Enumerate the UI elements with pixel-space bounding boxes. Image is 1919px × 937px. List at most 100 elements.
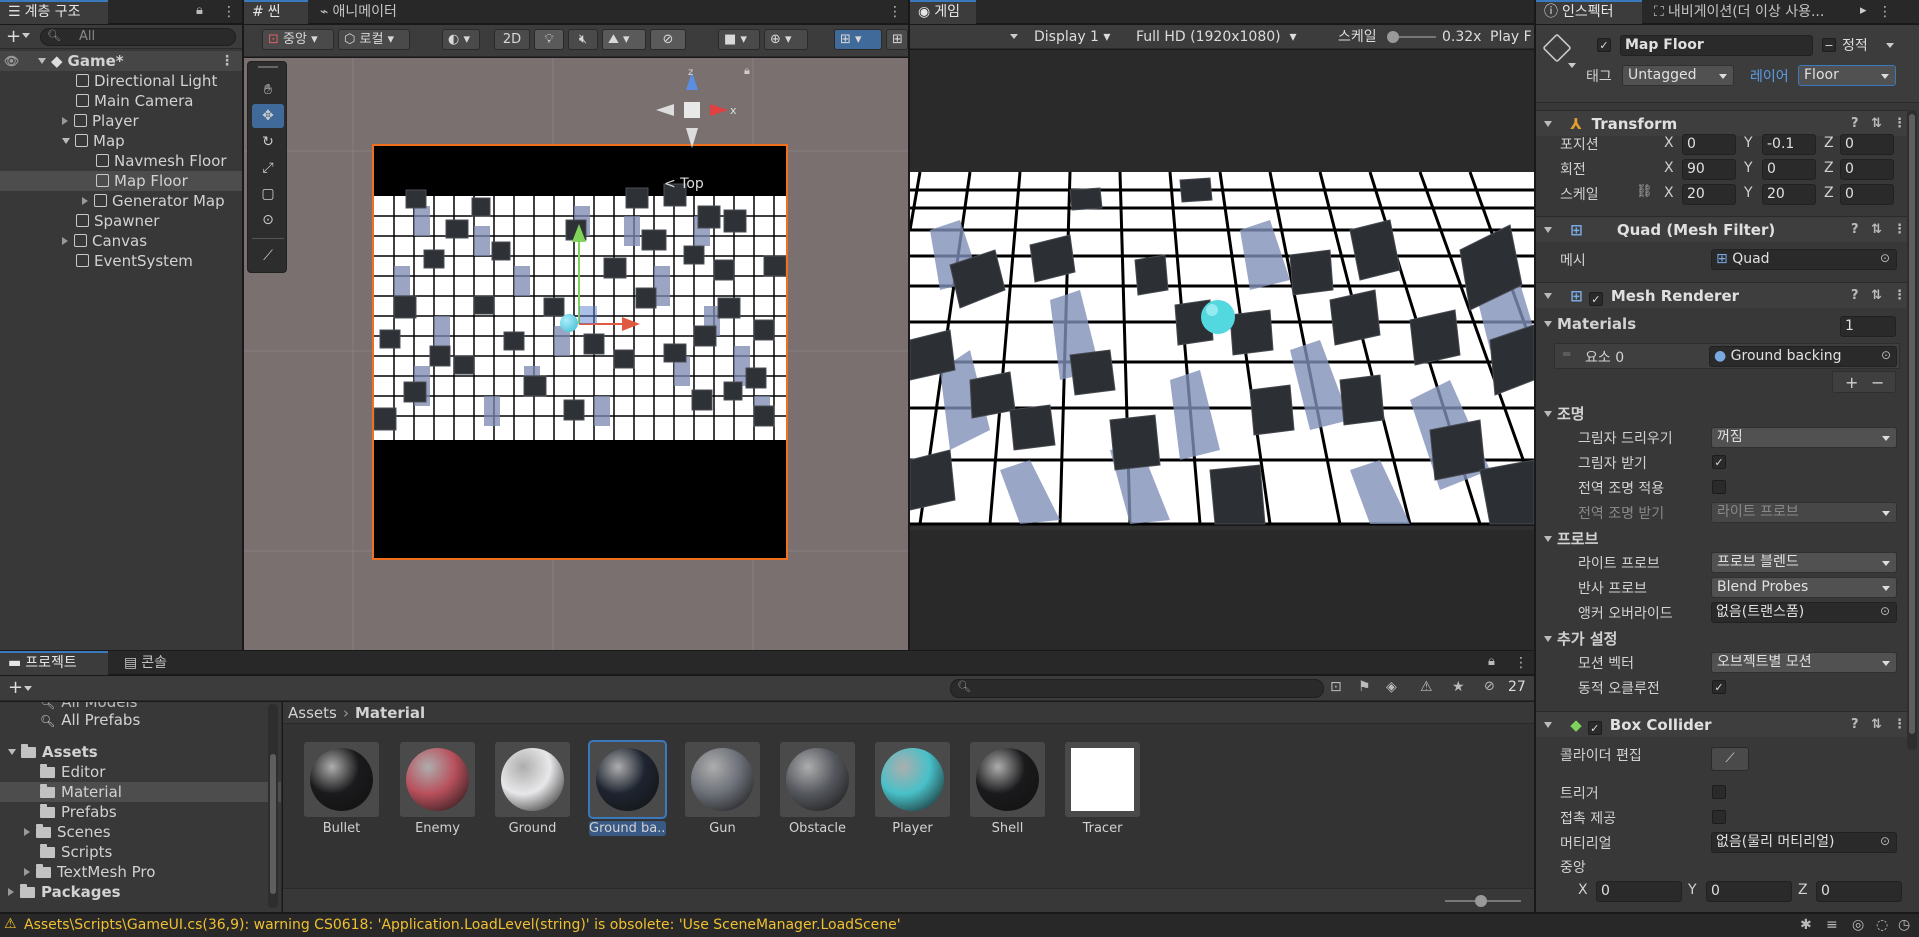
tab-inspector[interactable]: ⓘ 인스펙터	[1536, 0, 1642, 24]
list-item[interactable]: 👁︎ ◆ Game* ⋮	[0, 51, 242, 71]
position-x-field[interactable]: 0	[1682, 134, 1736, 155]
rect-tool-button[interactable]: ▢	[252, 182, 284, 206]
remove-element-button[interactable]: −	[1871, 373, 1884, 392]
layer-dropdown[interactable]: Floor	[1798, 65, 1896, 86]
asset-item[interactable]: Ground ba...	[588, 740, 667, 836]
light-probes-dropdown[interactable]: 프로브 블렌드	[1711, 552, 1897, 573]
game-viewport[interactable]	[910, 50, 1534, 650]
preset-icon[interactable]: ⇅	[1871, 217, 1882, 243]
collab-icon[interactable]: ◷	[1898, 917, 1910, 933]
camera-dropdown[interactable]: ■ ▾	[718, 29, 760, 50]
chevron-right-icon[interactable]	[62, 237, 68, 245]
box-collider-header[interactable]: ◆ ✓ Box Collider ? ⇅ ⋮	[1536, 711, 1907, 737]
list-item[interactable]: Canvas	[0, 231, 242, 251]
rotation-z-field[interactable]: 0	[1840, 159, 1894, 180]
rotation-y-field[interactable]: 0	[1762, 159, 1816, 180]
rotation-x-field[interactable]: 90	[1682, 159, 1736, 180]
chevron-right-icon[interactable]	[24, 868, 30, 876]
tab-navigation[interactable]: ⛶ 내비게이션(더 이상 사용...	[1646, 0, 1854, 24]
chevron-down-icon[interactable]	[1544, 722, 1552, 728]
chevron-down-icon[interactable]	[8, 749, 16, 755]
status-message[interactable]: Assets\Scripts\GameUI.cs(36,9): warning …	[24, 917, 901, 933]
lock-icon[interactable]: 🔒︎	[1488, 654, 1495, 669]
list-item[interactable]: Assets	[0, 742, 281, 762]
chevron-down-icon[interactable]	[1544, 293, 1552, 299]
mesh-field[interactable]: ⊞ Quad	[1711, 249, 1897, 270]
list-item[interactable]: Map Floor	[0, 171, 242, 191]
grid-snap-dropdown[interactable]: ⊞ ▾	[834, 29, 882, 50]
asset-item[interactable]: Player	[874, 742, 951, 836]
play-mode-dropdown[interactable]: Play F	[1490, 25, 1534, 49]
object-picker-icon[interactable]: ⊙	[1880, 834, 1890, 848]
tab-hierarchy[interactable]: ☰ 계층 구조	[0, 0, 108, 24]
anchor-override-field[interactable]: 없음(트랜스폼)	[1711, 602, 1897, 623]
chevron-down-icon[interactable]	[1544, 227, 1552, 233]
probes-foldout[interactable]: 프로브	[1544, 528, 1598, 549]
list-item[interactable]: Map	[0, 131, 242, 151]
orientation-gizmo[interactable]: z x	[654, 66, 744, 166]
resolution-dropdown[interactable]: Full HD (1920x1080) ▾	[1136, 25, 1297, 49]
is-trigger-checkbox[interactable]	[1712, 785, 1726, 799]
visibility-toggle[interactable]: ⊘	[650, 29, 686, 50]
mesh-renderer-header[interactable]: ⊞ ✓ Mesh Renderer ? ⇅ ⋮	[1536, 282, 1907, 308]
materials-count-field[interactable]: 1	[1840, 316, 1896, 337]
eye-icon[interactable]: 👁︎	[4, 51, 19, 71]
list-item[interactable]: 🔍︎ All Prefabs	[0, 710, 281, 730]
chevron-right-icon[interactable]	[82, 197, 88, 205]
list-item[interactable]: EventSystem	[0, 251, 242, 271]
scale-slider[interactable]	[1387, 31, 1436, 43]
object-name-field[interactable]: Map Floor	[1620, 35, 1813, 56]
filter-label-icon[interactable]: ◈	[1386, 679, 1397, 695]
list-item[interactable]: Spawner	[0, 211, 242, 231]
effects-dropdown[interactable]: ⛰︎ ▾	[602, 29, 646, 50]
more-icon[interactable]: ⋮	[1878, 5, 1892, 19]
toggle-2d-button[interactable]: 2D	[494, 29, 530, 50]
rotate-tool-button[interactable]: ↻	[252, 130, 284, 154]
preset-icon[interactable]: ⇅	[1871, 712, 1882, 738]
tab-project[interactable]: ▬ 프로젝트	[0, 651, 108, 675]
network-icon[interactable]: ◎	[1852, 917, 1864, 933]
link-icon[interactable]: ⛓︎	[1636, 184, 1653, 199]
chevron-down-icon[interactable]	[1544, 636, 1552, 642]
help-icon[interactable]: ?	[1851, 283, 1859, 309]
breadcrumb-assets[interactable]: Assets	[288, 702, 337, 724]
materials-foldout[interactable]: Materials	[1544, 315, 1636, 333]
hidden-packages-icon[interactable]: ⊘	[1484, 679, 1495, 694]
pivot-dropdown[interactable]: ⊡ 중앙 ▾	[262, 29, 334, 50]
preset-icon[interactable]: ⇅	[1871, 283, 1882, 309]
drag-handle-icon[interactable]: ═	[1563, 347, 1570, 361]
scene-viewport[interactable]: z x 🔒︎ < Top ✋︎ ✥ ↻ ⤢ ▢ ⊙ ⟋	[244, 58, 908, 650]
mesh-renderer-enabled-checkbox[interactable]: ✓	[1588, 292, 1603, 306]
chevron-down-icon[interactable]	[1010, 34, 1018, 39]
asset-item[interactable]: Gun	[684, 742, 761, 836]
motion-vectors-dropdown[interactable]: 오브젝트별 모션	[1711, 652, 1897, 673]
lighting-toggle[interactable]: 💡︎	[534, 29, 564, 50]
chevron-down-icon[interactable]	[1544, 321, 1552, 327]
chevron-down-icon[interactable]	[1544, 536, 1552, 542]
progress-icon[interactable]: ≡	[1826, 917, 1838, 933]
asset-item[interactable]: Obstacle	[779, 742, 856, 836]
chevron-down-icon[interactable]	[38, 58, 46, 64]
scale-x-field[interactable]: 20	[1682, 184, 1736, 205]
list-item[interactable]: Packages	[0, 882, 281, 902]
list-item[interactable]: Scenes	[0, 822, 281, 842]
active-checkbox[interactable]: ✓	[1597, 38, 1611, 52]
list-item[interactable]: Editor	[0, 762, 281, 782]
debug-icon[interactable]: ✱	[1800, 917, 1812, 933]
project-search-input[interactable]: 🔍︎	[950, 679, 1324, 698]
tab-animator[interactable]: ⌁ 애니메이터	[312, 0, 405, 24]
more-icon[interactable]: ⋮	[1514, 656, 1528, 670]
grid-icon[interactable]: ⊞	[886, 29, 908, 50]
list-item[interactable]: Main Camera	[0, 91, 242, 111]
physic-material-field[interactable]: 없음(물리 머티리얼)	[1711, 832, 1897, 853]
object-picker-icon[interactable]: ⊙	[1881, 348, 1891, 362]
more-icon[interactable]: ⋮	[222, 5, 236, 19]
move-gizmo[interactable]	[374, 146, 786, 558]
center-x-field[interactable]: 0	[1596, 881, 1682, 902]
material-element-field[interactable]: ● Ground backing	[1709, 346, 1897, 367]
static-checkbox[interactable]: −	[1822, 38, 1836, 52]
lock-icon[interactable]: 🔒︎	[196, 3, 203, 18]
custom-tool-button[interactable]: ⟋	[252, 244, 284, 268]
receive-shadows-checkbox[interactable]: ✓	[1712, 455, 1726, 469]
scale-y-field[interactable]: 20	[1762, 184, 1816, 205]
